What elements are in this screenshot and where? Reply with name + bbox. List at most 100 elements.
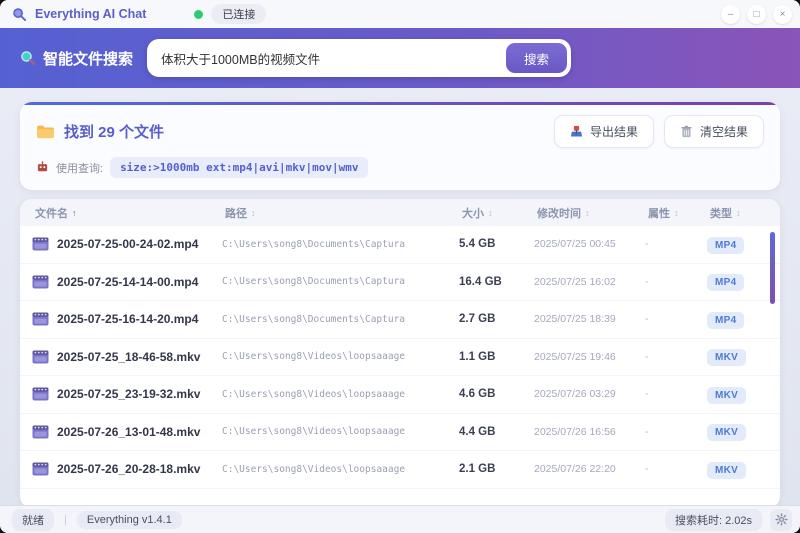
gear-icon [774,513,788,526]
film-icon [32,350,49,364]
file-modified: 2025/07/26 03:29 [534,388,616,401]
query-label: 使用查询: [56,162,104,175]
column-header-filename[interactable]: 文件名 ↑ [35,205,225,221]
search-header: 智能文件搜索 搜索 [0,28,800,88]
file-type-badge: MP4 [707,311,745,329]
search-elapsed: 搜索耗时: 2.02s [664,508,762,531]
film-icon [32,387,49,401]
file-name: 2025-07-25_18-46-58.mkv [57,349,201,364]
file-attr: - [645,463,649,476]
file-type-badge: MP4 [707,236,745,254]
table-scrollbar[interactable] [770,232,775,304]
sort-asc-icon: ↑ [72,207,77,218]
table-header-row: 文件名 ↑ 路径 ↕ 大小 ↕ 修改时间 ↕ 属性 ↕ 类型 ↕ [20,199,780,226]
file-type-badge: MKV [707,349,747,367]
file-attr: - [645,388,649,401]
file-modified: 2025/07/25 00:45 [534,238,616,251]
clear-results-button[interactable]: 清空结果 [663,115,764,148]
connection-status-dot [194,9,204,19]
search-button[interactable]: 搜索 [506,43,568,73]
sort-icon: ↕ [585,207,590,218]
file-size: 2.7 GB [459,313,496,326]
file-name: 2025-07-26_20-28-18.mkv [57,462,201,477]
file-path: C:\Users\song8\Videos\loopsaaage [222,426,406,438]
film-icon [32,462,49,476]
status-state: 就绪 [12,508,54,531]
file-modified: 2025/07/26 16:56 [534,425,616,438]
trash-icon [680,125,693,138]
status-separator: | [64,513,67,526]
maximize-button[interactable]: □ [747,4,766,24]
file-name: 2025-07-26_13-01-48.mkv [57,424,201,439]
export-results-button[interactable]: 导出结果 [553,115,654,148]
file-attr: - [645,350,649,363]
file-path: C:\Users\song8\Videos\loopsaaage [222,463,406,475]
file-modified: 2025/07/25 19:46 [534,350,616,363]
results-summary: 找到 29 个文件 [64,124,165,141]
main-content: 找到 29 个文件 导出结果 清空结果 使用查询: size:>1000mb e… [0,88,800,505]
file-modified: 2025/07/25 18:39 [534,313,616,326]
connection-status-badge: 已连接 [211,4,267,24]
results-card: 找到 29 个文件 导出结果 清空结果 使用查询: size:>1000mb e… [20,102,780,190]
column-header-attr[interactable]: 属性 ↕ [648,205,710,221]
sort-icon: ↕ [488,207,493,218]
sort-icon: ↕ [251,207,256,218]
search-box: 搜索 [147,39,572,77]
sort-icon: ↕ [736,207,741,218]
column-header-path[interactable]: 路径 ↕ [225,205,462,221]
file-modified: 2025/07/26 22:20 [534,463,616,476]
column-header-type[interactable]: 类型 ↕ [710,205,780,221]
film-icon [32,237,49,251]
file-size: 4.6 GB [459,388,496,401]
file-name: 2025-07-25-16-14-20.mp4 [57,312,199,327]
table-row[interactable]: 2025-07-25-16-14-20.mp4 C:\Users\song8\D… [20,301,780,339]
file-type-badge: MKV [707,424,747,442]
version-label: Everything v1.4.1 [76,510,182,529]
table-row[interactable]: 2025-07-26_13-01-48.mkv C:\Users\song8\V… [20,414,780,451]
file-type-badge: MKV [707,461,747,479]
close-button[interactable]: × [773,4,792,24]
title-bar: Everything AI Chat 已连接 – □ × [0,0,800,28]
search-icon [20,50,36,66]
file-name: 2025-07-25-14-14-00.mp4 [57,274,199,289]
film-icon [32,425,49,439]
folder-icon [36,124,55,139]
table-row[interactable]: 2025-07-25-00-24-02.mp4 C:\Users\song8\D… [20,226,780,264]
file-path: C:\Users\song8\Documents\Captura [222,238,406,250]
file-path: C:\Users\song8\Videos\loopsaaage [222,351,406,363]
results-table: 文件名 ↑ 路径 ↕ 大小 ↕ 修改时间 ↕ 属性 ↕ 类型 ↕ 2025-07… [20,199,780,505]
file-attr: - [645,275,649,288]
robot-icon [36,161,49,174]
export-icon [570,125,583,138]
file-attr: - [645,238,649,251]
query-value-chip: size:>1000mb ext:mp4|avi|mkv|mov|wmv [110,157,369,178]
table-row[interactable]: 2025-07-25_23-19-32.mkv C:\Users\song8\V… [20,376,780,414]
app-logo-search-icon [12,7,27,22]
table-body: 2025-07-25-00-24-02.mp4 C:\Users\song8\D… [20,226,780,489]
file-size: 2.1 GB [459,463,496,476]
file-attr: - [645,313,649,326]
app-window: Everything AI Chat 已连接 – □ × 智能文件搜索 搜索 [0,0,800,533]
minimize-button[interactable]: – [721,4,740,24]
column-header-size[interactable]: 大小 ↕ [462,205,537,221]
column-header-modified[interactable]: 修改时间 ↕ [537,205,648,221]
file-size: 1.1 GB [459,350,496,363]
table-row[interactable]: 2025-07-25-14-14-00.mp4 C:\Users\song8\D… [20,264,780,301]
file-path: C:\Users\song8\Documents\Captura [222,313,406,325]
file-type-badge: MKV [707,386,747,404]
settings-button[interactable] [770,508,792,531]
table-row[interactable]: 2025-07-25_18-46-58.mkv C:\Users\song8\V… [20,339,780,376]
film-icon [32,312,49,326]
file-name: 2025-07-25_23-19-32.mkv [57,387,201,402]
file-size: 4.4 GB [459,425,496,438]
file-modified: 2025/07/25 16:02 [534,275,616,288]
search-section-label: 智能文件搜索 [20,48,133,69]
file-size: 5.4 GB [459,238,496,251]
app-title: Everything AI Chat [35,7,147,21]
table-row[interactable]: 2025-07-26_20-28-18.mkv C:\Users\song8\V… [20,451,780,489]
sort-icon: ↕ [674,207,679,218]
file-attr: - [645,425,649,438]
status-bar: 就绪 | Everything v1.4.1 搜索耗时: 2.02s [0,505,800,533]
search-input[interactable] [161,51,506,65]
file-path: C:\Users\song8\Videos\loopsaaage [222,388,406,400]
